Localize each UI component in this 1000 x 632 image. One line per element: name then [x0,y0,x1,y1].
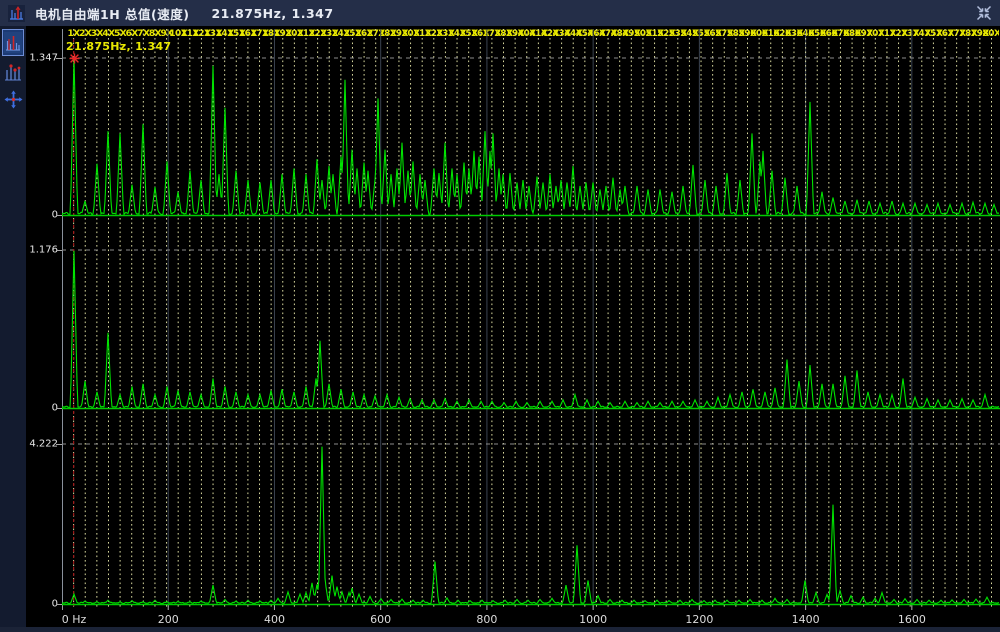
x-axis-tick-label: 400 [264,613,285,626]
tool-button-spectrum-view[interactable] [2,29,24,56]
x-axis-tick-label: 1200 [685,613,713,626]
tool-button-pan[interactable] [2,88,24,110]
spectrum-trace-2 [62,232,1000,410]
y-zero-label-chart1: 0 [24,210,58,221]
tool-sidebar [0,26,26,632]
vibration-analyzer-window: 电机自由端1H 总值(速度) 21.875Hz, 1.347 [0,0,1000,632]
window-title: 电机自由端1H 总值(速度) [35,4,189,23]
y-max-label-chart3: 4.222 [24,439,58,450]
spectrum-markers-icon [4,62,22,82]
spectrum-window-icon [8,5,25,22]
tool-button-spectrum-markers[interactable] [2,60,24,84]
x-axis-tick-label: 0 Hz [62,613,87,626]
y-zero-label-chart2: 0 [24,403,58,414]
spectrum-line [62,251,999,408]
titlebar-cursor-readout: 21.875Hz, 1.347 [211,6,333,21]
x-axis-tick-label: 200 [158,613,179,626]
window-titlebar: 电机自由端1H 总值(速度) 21.875Hz, 1.347 [0,0,1000,26]
pan-move-icon [4,90,23,109]
y-max-label-chart1: 1.347 [24,53,58,64]
collapse-window-icon[interactable] [976,5,992,21]
cursor-peak-marker-icon[interactable] [69,53,80,64]
spectrum-trace-3 [62,426,1000,607]
spectrum-line [62,447,999,604]
window-bottom-edge [0,627,1000,632]
spectrum-view-icon [4,32,22,53]
spectrum-trace-1 [62,40,1000,217]
x-axis-tick-label: 1400 [792,613,820,626]
spectrum-line [62,58,999,215]
y-zero-label-chart3: 0 [24,599,58,610]
x-axis-tick-label: 800 [476,613,497,626]
y-max-label-chart2: 1.176 [24,245,58,256]
cursor-annotation: 21.875Hz, 1.347 [66,40,171,53]
x-axis-tick-label: 600 [370,613,391,626]
x-axis-tick-label: 1000 [579,613,607,626]
x-axis-tick-label: 1600 [898,613,926,626]
